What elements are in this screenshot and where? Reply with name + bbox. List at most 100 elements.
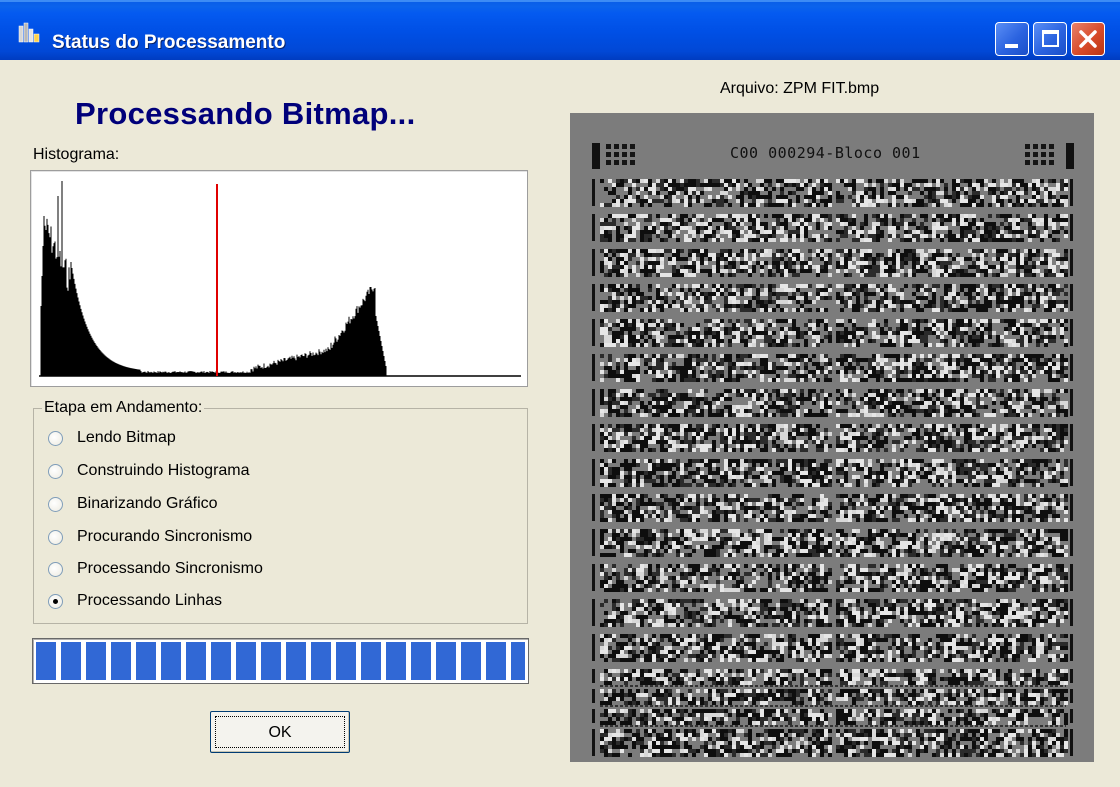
data-cell xyxy=(692,234,696,238)
data-cell xyxy=(972,265,976,269)
data-cell xyxy=(676,393,680,397)
minimize-button[interactable] xyxy=(995,22,1029,56)
data-cell xyxy=(716,288,720,292)
data-cell xyxy=(932,273,936,277)
data-cell xyxy=(688,409,692,413)
data-cell xyxy=(896,226,900,230)
data-cell xyxy=(744,292,748,296)
data-cell xyxy=(1064,366,1068,370)
data-cell xyxy=(1000,253,1004,257)
data-cell xyxy=(984,288,988,292)
radio-processando-linhas[interactable]: Processando Linhas xyxy=(48,590,222,612)
data-cell xyxy=(1044,183,1048,187)
radio-button-checked[interactable] xyxy=(48,593,63,609)
data-cell xyxy=(876,179,880,183)
data-cell xyxy=(732,179,736,183)
radio-procurando-sincronismo[interactable]: Procurando Sincronismo xyxy=(48,526,252,548)
data-cell xyxy=(608,413,612,417)
data-cell xyxy=(668,432,672,436)
data-cell xyxy=(648,428,652,432)
data-cell xyxy=(964,187,968,191)
data-cell xyxy=(1064,424,1068,428)
data-cell xyxy=(752,436,756,440)
data-cell xyxy=(752,362,756,366)
data-cell xyxy=(992,230,996,234)
title-bar[interactable]: Status do Processamento xyxy=(0,0,1120,60)
data-cell xyxy=(904,354,908,358)
data-cell xyxy=(716,319,720,323)
data-cell xyxy=(944,183,948,187)
close-button[interactable] xyxy=(1071,22,1105,56)
radio-binarizando-grafico[interactable]: Binarizando Gráfico xyxy=(48,493,218,515)
data-cell xyxy=(1052,253,1056,257)
ok-button[interactable]: OK xyxy=(210,711,350,753)
data-cell xyxy=(964,327,968,331)
radio-lendo-bitmap[interactable]: Lendo Bitmap xyxy=(48,427,176,449)
data-cell xyxy=(616,471,620,475)
data-cell xyxy=(664,401,668,405)
data-cell xyxy=(908,273,912,277)
window-title: Status do Processamento xyxy=(52,32,286,53)
data-cell xyxy=(672,323,676,327)
data-cell xyxy=(672,413,676,417)
radio-button[interactable] xyxy=(48,561,63,577)
data-cell xyxy=(820,440,824,444)
data-cell xyxy=(928,288,932,292)
radio-label: Construindo Histograma xyxy=(77,462,250,479)
data-cell xyxy=(852,405,856,409)
radio-button[interactable] xyxy=(48,529,63,545)
data-cell xyxy=(732,308,736,312)
data-cell xyxy=(808,428,812,432)
data-cell xyxy=(820,179,824,183)
data-cell xyxy=(764,300,768,304)
data-cell xyxy=(792,343,796,347)
data-cell xyxy=(828,444,832,448)
data-cell xyxy=(760,370,764,374)
radio-button[interactable] xyxy=(48,463,63,479)
data-cell xyxy=(1052,179,1056,183)
maximize-button[interactable] xyxy=(1033,22,1067,56)
data-cell xyxy=(720,273,724,277)
data-cell xyxy=(668,339,672,343)
data-cell xyxy=(620,483,624,487)
data-cell xyxy=(924,393,928,397)
data-cell xyxy=(616,308,620,312)
data-cell xyxy=(888,234,892,238)
data-cell xyxy=(780,288,784,292)
data-cell xyxy=(740,362,744,366)
data-cell xyxy=(948,269,952,273)
data-cell xyxy=(616,331,620,335)
data-cell xyxy=(1064,253,1068,257)
data-cell xyxy=(888,304,892,308)
data-cell xyxy=(888,288,892,292)
data-cell xyxy=(612,467,616,471)
data-cell xyxy=(788,405,792,409)
data-cell xyxy=(964,378,968,382)
data-cell xyxy=(804,323,808,327)
data-cell xyxy=(724,448,728,452)
data-cell xyxy=(936,444,940,448)
radio-construindo-histograma[interactable]: Construindo Histograma xyxy=(48,460,250,482)
data-cell xyxy=(808,226,812,230)
data-cell xyxy=(1060,187,1064,191)
radio-button[interactable] xyxy=(48,496,63,512)
data-cell xyxy=(1024,393,1028,397)
data-cell xyxy=(604,230,608,234)
data-cell xyxy=(716,226,720,230)
data-cell xyxy=(720,374,724,378)
data-cell xyxy=(1020,440,1024,444)
radio-processando-sincronismo[interactable]: Processando Sincronismo xyxy=(48,558,263,580)
data-cell xyxy=(628,323,632,327)
data-cell xyxy=(660,405,664,409)
data-cell xyxy=(640,323,644,327)
data-cell xyxy=(632,253,636,257)
data-cell xyxy=(960,257,964,261)
data-cell xyxy=(944,409,948,413)
data-cell xyxy=(972,187,976,191)
data-cell xyxy=(1012,257,1016,261)
data-cell xyxy=(916,296,920,300)
data-cell xyxy=(888,257,892,261)
radio-button[interactable] xyxy=(48,430,63,446)
data-cell xyxy=(860,195,864,199)
data-cell xyxy=(680,179,684,183)
